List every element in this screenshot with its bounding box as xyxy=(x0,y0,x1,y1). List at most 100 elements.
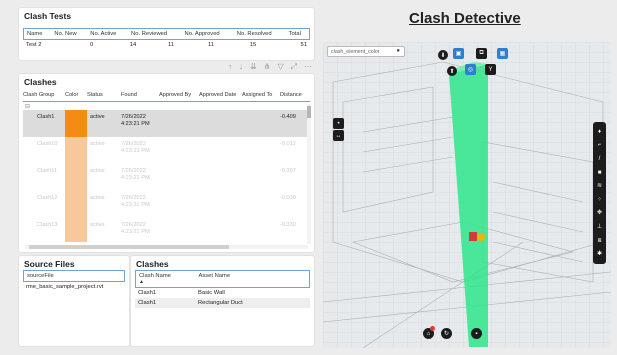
col-no-resolved[interactable]: No. Resolved xyxy=(233,28,286,40)
col-no-reviewed[interactable]: No. Reviewed xyxy=(128,28,182,40)
drill-down-icon[interactable]: ⇊ xyxy=(250,63,257,71)
cell-status: active xyxy=(90,222,105,228)
clash-tests-panel: Clash Tests Name No. New No. Active No. … xyxy=(19,8,314,60)
color-property-dropdown[interactable]: clash_element_color ● xyxy=(327,46,405,57)
layers-icon[interactable]: ⧉ xyxy=(476,48,487,59)
color-swatch xyxy=(65,110,87,137)
clash-assets-table: Clash Name ▲ Asset Name Clash1 Basic Wall… xyxy=(135,270,310,308)
cell-source-file: rme_basic_sample_project.rvt xyxy=(26,284,104,290)
cell-status: active xyxy=(90,114,105,120)
col-approved-by[interactable]: Approved By xyxy=(159,92,199,98)
source-files-table: sourceFile rme_basic_sample_project.rvt xyxy=(23,270,125,292)
col-assigned-to[interactable]: Assigned To xyxy=(242,92,280,98)
cell-asset-name: Basic Wall xyxy=(198,290,225,296)
col-clash-group[interactable]: Clash Group xyxy=(23,92,65,98)
target-icon[interactable]: ◎ xyxy=(465,64,476,75)
more-options-icon[interactable]: ⋯ xyxy=(304,63,312,71)
filter-icon[interactable]: Y xyxy=(485,64,496,75)
color-swatch xyxy=(65,137,87,164)
table-row[interactable]: Clash1 Rectangular Duct xyxy=(135,298,310,308)
color-swatch xyxy=(65,164,87,191)
cell-clash-group: Clash1 xyxy=(37,114,55,120)
vertical-scrollbar[interactable] xyxy=(307,104,311,244)
cell-distance: -0.307 xyxy=(280,168,296,174)
cell-no-reviewed: 11 xyxy=(167,42,175,48)
col-status[interactable]: Status xyxy=(87,92,121,98)
sort-ascending-icon: ▲ xyxy=(139,279,144,285)
table-row[interactable]: Clash12 active 7/26/2022 4:23:21 PM -0.0… xyxy=(23,191,310,218)
clash-assets-title: Clashes xyxy=(136,259,169,269)
table-row[interactable]: Clash10 active 7/26/2022 4:23:21 PM -0.0… xyxy=(23,137,310,164)
viewer-tools-toolbar: ♦ ⌐ / ■ ≋ ⁘ ✥ ⊥ ⧈ ✱ xyxy=(593,122,606,264)
color-swatch xyxy=(65,218,87,242)
orbit-icon[interactable]: ↻ xyxy=(441,328,452,339)
col-total[interactable]: Total xyxy=(285,28,310,40)
horizontal-scrollbar[interactable] xyxy=(25,245,308,249)
clashes-table-header: Clash Group Color Status Found Approved … xyxy=(23,89,310,102)
cell-asset-name: Rectangular Duct xyxy=(198,300,243,306)
cell-status: active xyxy=(90,141,105,147)
col-color[interactable]: Color xyxy=(65,92,87,98)
layers-icon[interactable]: ≋ xyxy=(597,183,602,189)
cell-total: 51 xyxy=(300,42,307,48)
cell-clash-group: Clash11 xyxy=(37,168,58,174)
cell-clash-name: Clash1 xyxy=(138,300,157,306)
cell-distance: -0.030 xyxy=(280,195,296,201)
visibility-icon[interactable]: ⬇ xyxy=(438,50,448,60)
zoom-in-icon[interactable]: • xyxy=(333,118,344,129)
col-distance[interactable]: Distance xyxy=(280,92,306,98)
pin-tool-icon[interactable]: ♦ xyxy=(598,129,601,135)
cell-found: 7/26/2022 4:23:21 PM xyxy=(121,195,150,208)
col-found[interactable]: Found xyxy=(121,92,159,98)
model-viewer[interactable]: clash_element_color ● ⬇ ▣ ⧉ ▦ ⬆ ◎ Y • ↔ … xyxy=(323,42,611,348)
table-row[interactable]: rme_basic_sample_project.rvt xyxy=(23,282,125,292)
cell-clash-name: Clash1 xyxy=(138,290,157,296)
explode-icon[interactable]: ⧈ xyxy=(598,238,602,244)
section-icon[interactable]: ■ xyxy=(598,170,602,176)
col-no-active[interactable]: No. Active xyxy=(87,28,129,40)
pin-icon[interactable]: ↑ xyxy=(228,63,232,71)
cell-no-approved: 11 xyxy=(207,42,215,48)
col-approved-date[interactable]: Approved Date xyxy=(199,92,242,98)
filter-icon[interactable]: ▽ xyxy=(277,63,283,71)
table-row[interactable]: Clash1 Basic Wall xyxy=(135,288,310,298)
cell-status: active xyxy=(90,168,105,174)
clashes-title: Clashes xyxy=(24,77,57,87)
tree-icon[interactable]: ⊥ xyxy=(597,224,602,230)
fit-icon[interactable]: ↔ xyxy=(333,130,344,141)
col-clash-name[interactable]: Clash Name ▲ xyxy=(135,270,196,288)
source-files-panel: Source Files sourceFile rme_basic_sample… xyxy=(19,256,129,346)
col-no-new[interactable]: No. New xyxy=(51,28,88,40)
expand-icon[interactable]: ⋔ xyxy=(264,63,271,71)
table-row[interactable]: Clash13 active 7/26/2022 4:23:21 PM -0.3… xyxy=(23,218,310,245)
col-asset-name[interactable]: Asset Name xyxy=(195,270,310,288)
properties-icon[interactable]: ⁘ xyxy=(597,197,602,203)
table-row[interactable]: Test 2 0 14 11 11 15 51 xyxy=(23,40,310,50)
gear-icon[interactable]: ✱ xyxy=(597,251,602,257)
cell-status: active xyxy=(90,195,105,201)
wireframe-scene xyxy=(323,42,611,348)
cell-found: 7/26/2022 4:23:21 PM xyxy=(121,114,150,127)
focus-mode-icon[interactable]: ⤢ xyxy=(291,63,297,71)
pencil-icon[interactable]: / xyxy=(599,156,601,162)
settings-icon[interactable]: ▦ xyxy=(497,48,508,59)
clash-tests-title: Clash Tests xyxy=(24,11,72,21)
group-collapse-icon[interactable]: ⊟ xyxy=(25,103,30,110)
table-row[interactable]: Clash1 active 7/26/2022 4:23:21 PM -0.40… xyxy=(23,110,310,137)
section-box-icon[interactable]: ⬆ xyxy=(447,66,457,76)
clash-assets-panel: Clashes Clash Name ▲ Asset Name Clash1 Ba… xyxy=(131,256,314,346)
move-icon[interactable]: ✥ xyxy=(597,210,602,216)
col-no-approved[interactable]: No. Approved xyxy=(181,28,234,40)
cell-clash-group: Clash12 xyxy=(37,195,58,201)
clashes-panel: Clashes Clash Group Color Status Found A… xyxy=(19,74,314,252)
col-source-file[interactable]: sourceFile xyxy=(23,270,125,282)
source-files-title: Source Files xyxy=(24,259,75,269)
col-name[interactable]: Name xyxy=(23,28,52,40)
table-row[interactable]: Clash11 active 7/26/2022 4:23:21 PM -0.3… xyxy=(23,164,310,191)
cell-distance: -0.012 xyxy=(280,141,296,147)
save-icon[interactable]: ▪ xyxy=(471,328,482,339)
measure-icon[interactable]: ⌐ xyxy=(598,142,602,148)
cube-icon[interactable]: ▣ xyxy=(453,48,464,59)
cell-no-new: 0 xyxy=(90,42,94,48)
arrow-down-icon[interactable]: ↓ xyxy=(239,63,243,71)
